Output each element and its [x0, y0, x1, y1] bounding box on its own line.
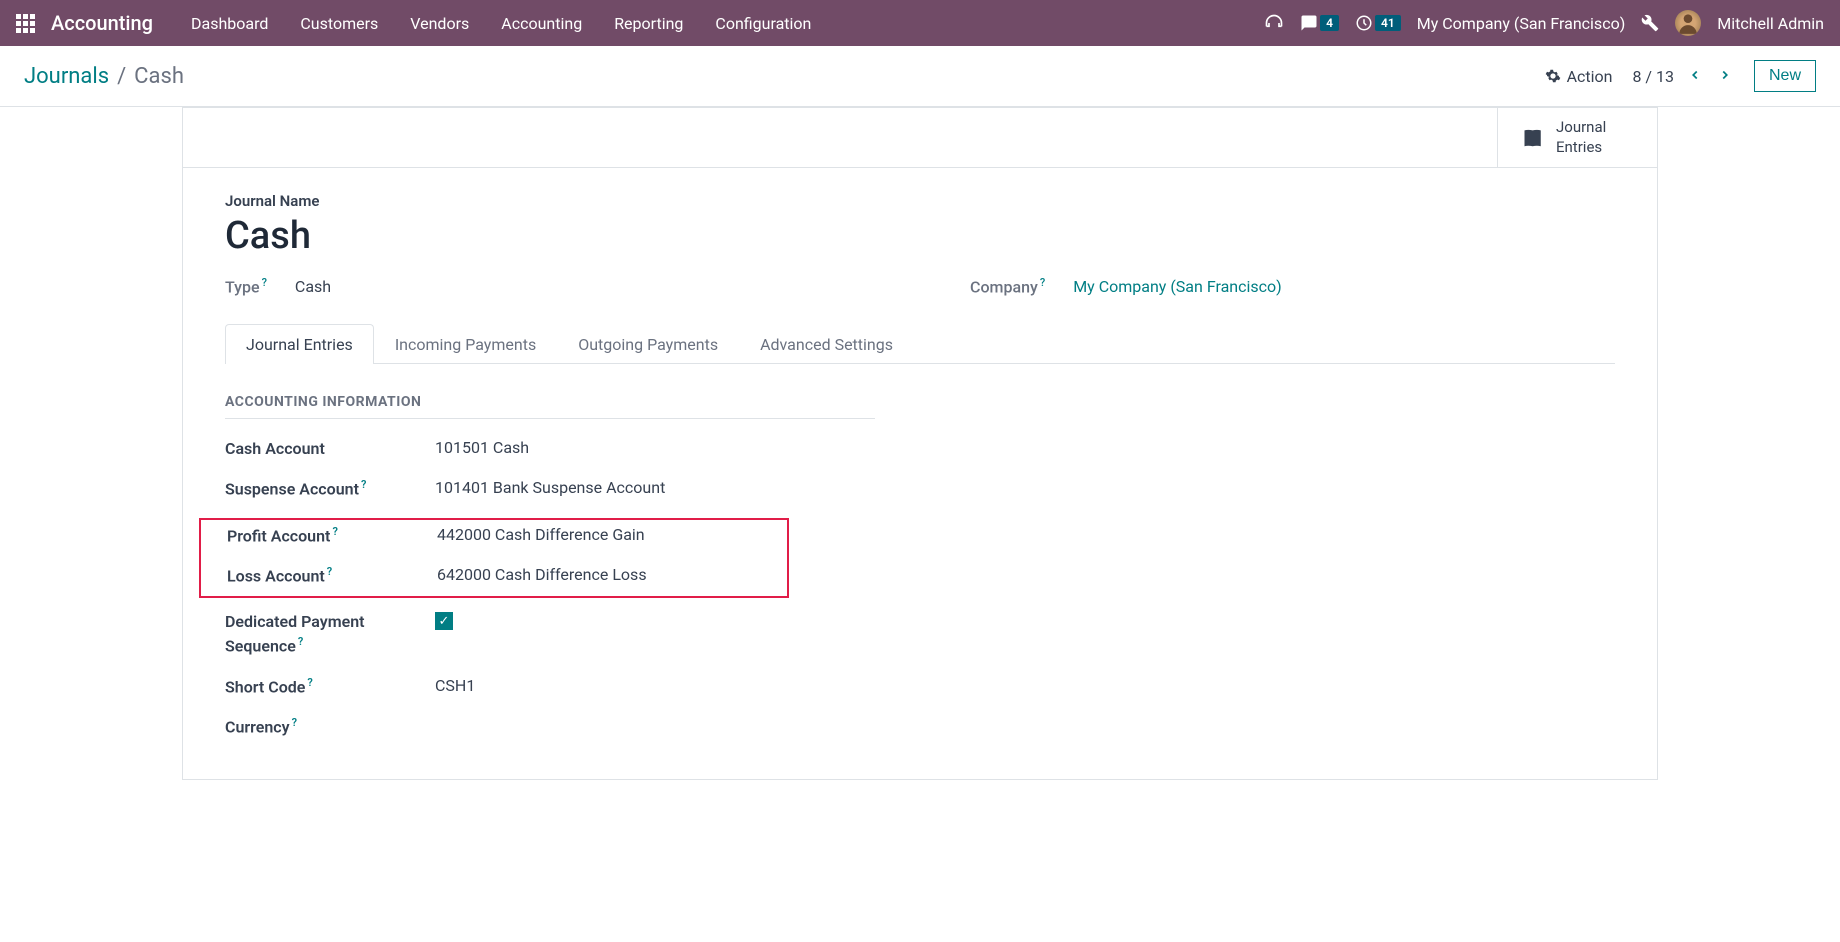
menu-customers[interactable]: Customers	[286, 4, 392, 43]
user-avatar[interactable]	[1675, 10, 1701, 36]
journal-entries-button[interactable]: Journal Entries	[1497, 108, 1657, 167]
cash-account-row: Cash Account 101501 Cash	[225, 437, 1615, 461]
loss-account-row: Loss Account? 642000 Cash Difference Los…	[227, 564, 787, 588]
debug-icon[interactable]	[1641, 14, 1659, 32]
dedicated-payment-label: Dedicated Payment Sequence?	[225, 610, 435, 658]
action-label: Action	[1567, 67, 1613, 86]
short-code-value[interactable]: CSH1	[435, 675, 475, 695]
dedicated-payment-checkbox[interactable]: ✓	[435, 612, 453, 630]
help-icon[interactable]: ?	[262, 276, 267, 289]
help-icon[interactable]: ?	[292, 716, 297, 729]
profit-account-label: Profit Account?	[227, 524, 437, 548]
section-title: ACCOUNTING INFORMATION	[225, 394, 875, 419]
gear-icon	[1545, 68, 1561, 84]
breadcrumb-parent[interactable]: Journals	[24, 64, 109, 89]
cash-account-label: Cash Account	[225, 437, 435, 461]
help-icon[interactable]: ?	[1040, 276, 1045, 289]
nav-right: 4 41 My Company (San Francisco) Mitchell…	[1264, 10, 1824, 36]
button-box: Journal Entries	[183, 108, 1657, 168]
new-button[interactable]: New	[1754, 60, 1816, 92]
help-icon[interactable]: ?	[307, 676, 312, 689]
form-sheet: Journal Entries Journal Name Cash Type? …	[182, 107, 1658, 780]
menu-reporting[interactable]: Reporting	[600, 4, 697, 43]
journal-name-value[interactable]: Cash	[225, 214, 1615, 258]
control-bar: Journals / Cash Action 8 / 13 New	[0, 46, 1840, 107]
apps-icon[interactable]	[16, 14, 35, 33]
currency-label: Currency?	[225, 715, 435, 739]
activities-icon[interactable]: 41	[1355, 14, 1401, 32]
menu-configuration[interactable]: Configuration	[701, 4, 825, 43]
tab-incoming-payments[interactable]: Incoming Payments	[374, 324, 557, 364]
profit-account-value[interactable]: 442000 Cash Difference Gain	[437, 524, 645, 544]
voip-icon[interactable]	[1264, 13, 1284, 33]
help-icon[interactable]: ?	[361, 478, 366, 491]
app-name[interactable]: Accounting	[51, 11, 153, 35]
pager-prev-icon[interactable]	[1686, 66, 1704, 87]
pager-next-icon[interactable]	[1716, 66, 1734, 87]
journal-name-label: Journal Name	[225, 192, 1615, 210]
breadcrumb-separator: /	[117, 64, 126, 89]
company-group: Company? My Company (San Francisco)	[970, 276, 1615, 296]
highlight-box: Profit Account? 442000 Cash Difference G…	[199, 518, 789, 599]
loss-account-label: Loss Account?	[227, 564, 437, 588]
cash-account-value[interactable]: 101501 Cash	[435, 437, 529, 457]
type-group: Type? Cash	[225, 276, 870, 296]
form-body: Journal Name Cash Type? Cash Company? My…	[183, 168, 1657, 779]
pager: 8 / 13	[1632, 66, 1734, 87]
activities-badge: 41	[1375, 15, 1401, 31]
user-name[interactable]: Mitchell Admin	[1717, 14, 1824, 33]
suspense-account-value[interactable]: 101401 Bank Suspense Account	[435, 477, 665, 497]
messages-icon[interactable]: 4	[1300, 14, 1339, 32]
control-right: Action 8 / 13 New	[1545, 60, 1816, 92]
title-section: Journal Name Cash	[225, 192, 1615, 258]
top-navigation: Accounting Dashboard Customers Vendors A…	[0, 0, 1840, 46]
action-dropdown[interactable]: Action	[1545, 67, 1613, 86]
tabs: Journal Entries Incoming Payments Outgoi…	[225, 324, 1615, 364]
suspense-account-row: Suspense Account? 101401 Bank Suspense A…	[225, 477, 1615, 501]
menu-accounting[interactable]: Accounting	[487, 4, 596, 43]
tab-outgoing-payments[interactable]: Outgoing Payments	[557, 324, 739, 364]
short-code-label: Short Code?	[225, 675, 435, 699]
info-row: Type? Cash Company? My Company (San Fran…	[225, 276, 1615, 296]
loss-account-value[interactable]: 642000 Cash Difference Loss	[437, 564, 647, 584]
help-icon[interactable]: ?	[327, 565, 332, 578]
currency-row: Currency?	[225, 715, 1615, 739]
menu-dashboard[interactable]: Dashboard	[177, 4, 282, 43]
pager-text[interactable]: 8 / 13	[1632, 67, 1674, 86]
dedicated-payment-row: Dedicated Payment Sequence? ✓	[225, 610, 1615, 658]
profit-account-row: Profit Account? 442000 Cash Difference G…	[227, 524, 787, 548]
stat-button-text: Journal Entries	[1556, 118, 1606, 157]
menu-vendors[interactable]: Vendors	[396, 4, 483, 43]
help-icon[interactable]: ?	[332, 525, 337, 538]
breadcrumb: Journals / Cash	[24, 64, 184, 89]
breadcrumb-current: Cash	[134, 64, 184, 89]
book-icon	[1518, 125, 1544, 151]
tab-advanced-settings[interactable]: Advanced Settings	[739, 324, 914, 364]
company-label: Company?	[970, 276, 1045, 296]
messages-badge: 4	[1320, 15, 1339, 31]
company-selector[interactable]: My Company (San Francisco)	[1417, 14, 1626, 33]
short-code-row: Short Code? CSH1	[225, 675, 1615, 699]
main-content: Journal Entries Journal Name Cash Type? …	[0, 107, 1840, 780]
type-value[interactable]: Cash	[295, 277, 331, 296]
tab-journal-entries[interactable]: Journal Entries	[225, 324, 374, 364]
type-label: Type?	[225, 276, 267, 296]
nav-menu: Dashboard Customers Vendors Accounting R…	[177, 4, 1264, 43]
company-value[interactable]: My Company (San Francisco)	[1073, 277, 1282, 296]
suspense-account-label: Suspense Account?	[225, 477, 435, 501]
help-icon[interactable]: ?	[298, 635, 303, 648]
